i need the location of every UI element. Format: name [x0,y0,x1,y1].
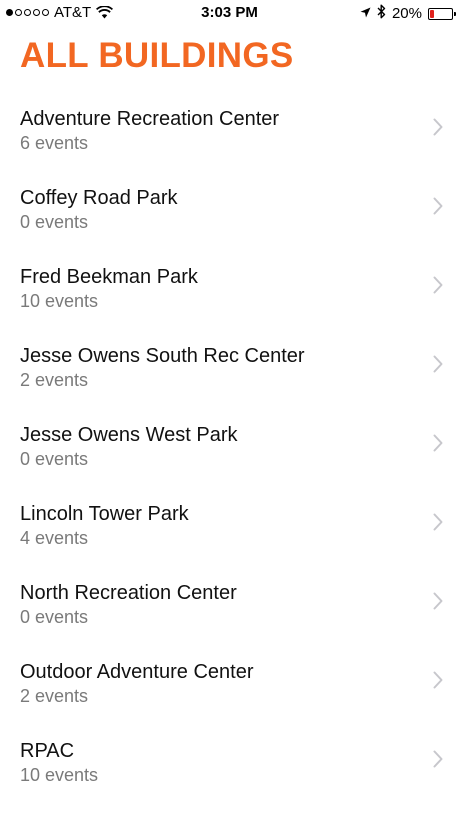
list-item[interactable]: RPAC 10 events [0,720,459,799]
event-count: 0 events [20,212,89,232]
list-item[interactable]: Jesse Owens West Park 0 events [0,404,459,483]
status-bar: AT&T 3:03 PM 20% [0,0,459,26]
status-right: 20% [360,4,456,23]
battery-icon [428,7,456,20]
building-name: Jesse Owens South Rec Center [20,345,305,367]
building-name: RPAC [20,740,75,762]
list-item[interactable]: Jesse Owens South Rec Center 2 events [0,325,459,404]
chevron-right-icon [433,118,443,136]
building-name: Coffey Road Park [20,187,178,209]
list-item[interactable]: Adventure Recreation Center 6 events [0,88,459,167]
event-count: 2 events [20,370,89,390]
bluetooth-icon [377,4,386,23]
building-name: Lincoln Tower Park [20,503,189,525]
chevron-right-icon [433,671,443,689]
chevron-right-icon [433,197,443,215]
event-count: 2 events [20,686,89,706]
list-item[interactable]: Outdoor Adventure Center 2 events [0,641,459,720]
page-title: ALL BUILDINGS [20,36,294,75]
chevron-right-icon [433,276,443,294]
list-item[interactable]: Coffey Road Park 0 events [0,167,459,246]
chevron-right-icon [433,750,443,768]
location-arrow-icon [360,5,371,22]
building-name: Outdoor Adventure Center [20,661,254,683]
list-item[interactable]: Lincoln Tower Park 4 events [0,483,459,562]
chevron-right-icon [433,513,443,531]
battery-level-fill [430,9,434,18]
list-item[interactable]: North Recreation Center 0 events [0,562,459,641]
event-count: 6 events [20,133,89,153]
building-name: Fred Beekman Park [20,266,198,288]
list-item[interactable]: Fred Beekman Park 10 events [0,246,459,325]
building-name: Jesse Owens West Park [20,424,238,446]
event-count: 10 events [20,765,99,785]
event-count: 0 events [20,607,89,627]
event-count: 10 events [20,291,99,311]
chevron-right-icon [433,434,443,452]
chevron-right-icon [433,592,443,610]
building-name: North Recreation Center [20,582,237,604]
event-count: 0 events [20,449,89,469]
event-count: 4 events [20,528,89,548]
building-list: Adventure Recreation Center 6 events Cof… [0,88,459,799]
battery-percentage: 20% [391,5,422,22]
building-name: Adventure Recreation Center [20,108,280,130]
chevron-right-icon [433,355,443,373]
